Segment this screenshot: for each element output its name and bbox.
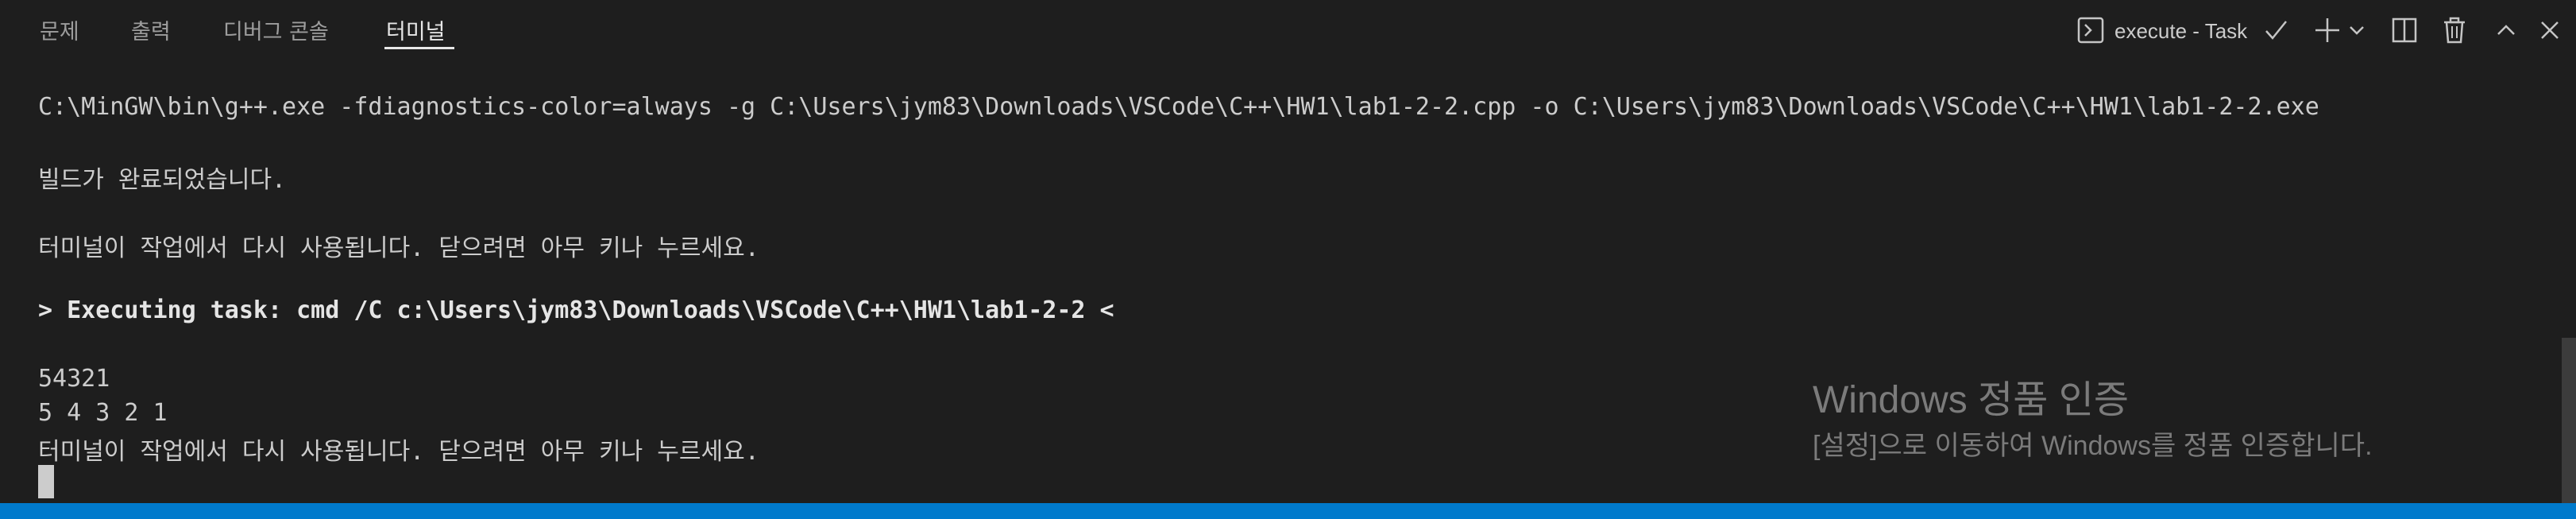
terminal-line-build-complete: 빌드가 완료되었습니다. <box>38 166 287 194</box>
check-icon[interactable] <box>2260 13 2292 48</box>
activation-watermark-title: Windows 정품 인증 <box>1813 379 2130 421</box>
chevron-down-icon[interactable] <box>2345 13 2369 48</box>
trash-icon[interactable] <box>2437 13 2472 48</box>
vscode-panel: 문제 출력 디버그 콘솔 터미널 execute - Task C:\MinGW… <box>0 0 2576 519</box>
terminal-line-executing-task: > Executing task: cmd /C c:\Users\jym83\… <box>38 296 1114 324</box>
terminal-line-reuse-message-2: 터미널이 작업에서 다시 사용됩니다. 닫으려면 아무 키나 누르세요. <box>38 438 759 466</box>
activation-watermark-subtitle: [설정]으로 이동하여 Windows를 정품 인증합니다. <box>1813 431 2373 461</box>
plus-icon[interactable] <box>2311 13 2343 48</box>
terminal-line-output-2: 5 4 3 2 1 <box>38 399 168 427</box>
panel-header: 문제 출력 디버그 콘솔 터미널 execute - Task <box>0 0 2576 64</box>
chevron-up-icon[interactable] <box>2490 13 2522 48</box>
terminal-icon[interactable] <box>2073 13 2108 48</box>
active-tab-indicator <box>384 47 454 49</box>
tab-problems[interactable]: 문제 <box>40 14 79 45</box>
terminal-cursor <box>38 465 54 498</box>
terminal-line-compile-command: C:\MinGW\bin\g++.exe -fdiagnostics-color… <box>38 93 2319 121</box>
status-bar <box>0 503 2576 519</box>
terminal-line-output-1: 54321 <box>38 365 110 393</box>
split-icon[interactable] <box>2387 13 2422 48</box>
task-selector-label[interactable]: execute - Task <box>2114 19 2247 44</box>
terminal-line-reuse-message: 터미널이 작업에서 다시 사용됩니다. 닫으려면 아무 키나 누르세요. <box>38 234 759 262</box>
terminal-scrollbar[interactable] <box>2562 338 2576 503</box>
tab-terminal[interactable]: 터미널 <box>386 14 446 45</box>
close-icon[interactable] <box>2534 13 2566 48</box>
tab-debug-console[interactable]: 디버그 콘솔 <box>223 14 329 45</box>
tab-output[interactable]: 출력 <box>131 14 171 45</box>
